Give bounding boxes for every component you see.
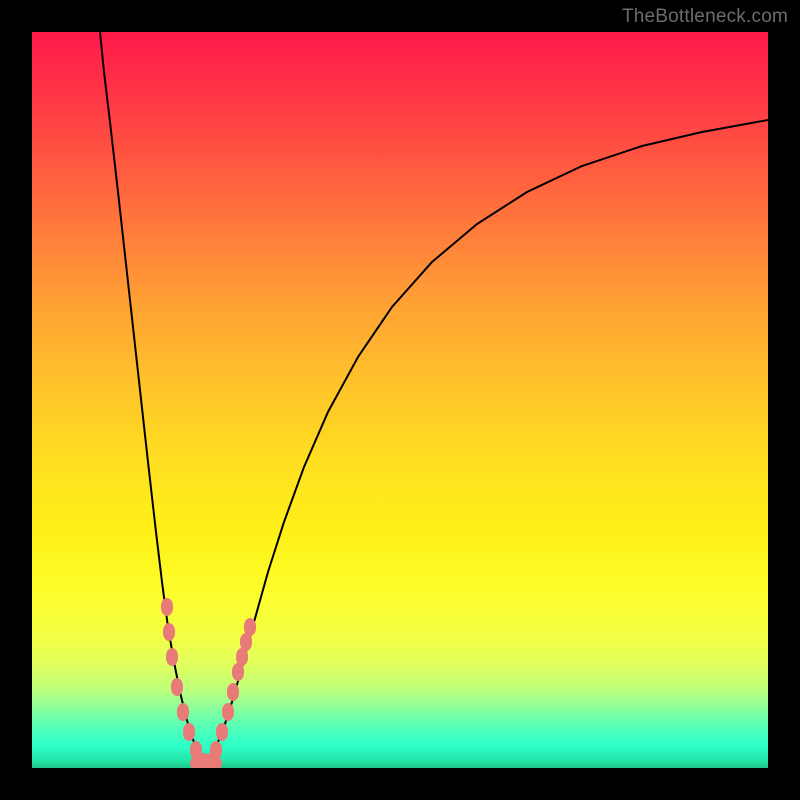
data-marker	[216, 723, 228, 741]
curve-left-branch	[100, 32, 206, 765]
data-marker	[166, 648, 178, 666]
chart-container: TheBottleneck.com	[0, 0, 800, 800]
data-markers	[161, 598, 256, 768]
data-marker	[171, 678, 183, 696]
data-marker	[161, 598, 173, 616]
plot-area	[32, 32, 768, 768]
chart-svg	[32, 32, 768, 768]
watermark-text: TheBottleneck.com	[622, 6, 788, 28]
data-marker	[227, 683, 239, 701]
data-marker	[163, 623, 175, 641]
data-marker	[183, 723, 195, 741]
data-marker	[222, 703, 234, 721]
curve-right-branch	[206, 120, 768, 765]
data-marker-valley	[202, 756, 222, 768]
data-marker	[244, 618, 256, 636]
data-marker	[177, 703, 189, 721]
